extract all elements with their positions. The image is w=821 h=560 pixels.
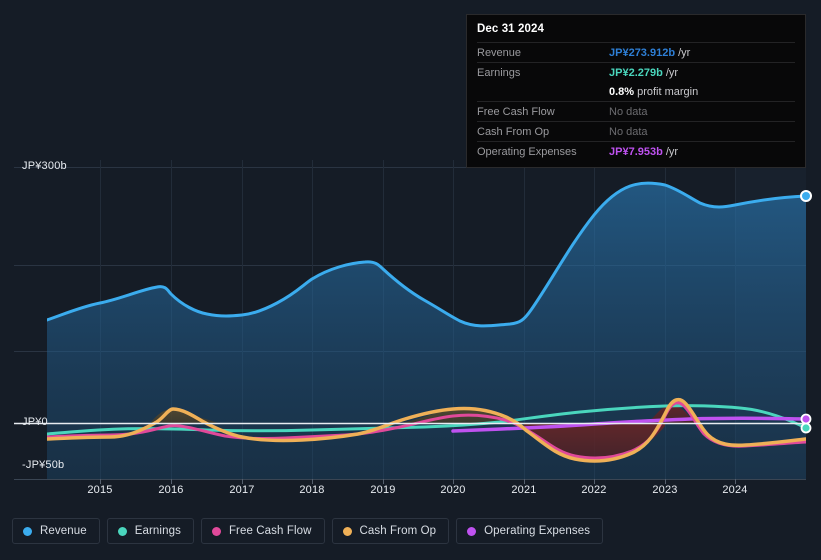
tooltip-row-suffix: /yr — [665, 146, 679, 158]
x-axis-tick-2021: 2021 — [511, 484, 537, 496]
tooltip-row: Cash From Op No data — [477, 121, 795, 141]
tooltip-row-value: JP¥7.953b — [609, 146, 663, 158]
legend-item-label: Free Cash Flow — [228, 525, 312, 537]
x-axis-tick-2015: 2015 — [87, 484, 113, 496]
legend-color-dot-icon — [23, 526, 32, 536]
tooltip-row-suffix: /yr — [678, 47, 691, 59]
tooltip-row: Revenue JP¥273.912b/yr — [477, 42, 795, 62]
legend-color-dot-icon — [211, 526, 221, 536]
tooltip-row: Earnings JP¥2.279b/yr — [477, 62, 795, 82]
legend-color-dot-icon — [342, 526, 352, 536]
tooltip-row: 0.8% profit margin — [477, 82, 795, 101]
x-axis-tick-2016: 2016 — [158, 484, 184, 496]
tooltip-row-value: No data — [609, 106, 648, 118]
tooltip-row: Operating Expenses JP¥7.953b/yr — [477, 141, 795, 161]
tooltip-row-label: Free Cash Flow — [477, 106, 555, 118]
x-axis-tick-2019: 2019 — [370, 484, 396, 496]
tooltip-row-suffix: profit margin — [637, 86, 699, 98]
legend-color-dot-icon — [117, 526, 127, 536]
tooltip-row: Free Cash Flow No data — [477, 101, 795, 121]
x-axis-tick-2017: 2017 — [229, 484, 255, 496]
legend-item-label: Earnings — [134, 525, 181, 537]
x-axis-tick-2020: 2020 — [440, 484, 466, 496]
x-axis-labels: 2015 2016 2017 2018 2019 2020 2021 2022 2023 2024 — [0, 484, 821, 502]
tooltip-row-label: Revenue — [477, 47, 522, 59]
tooltip-row-value: 0.8% — [609, 86, 635, 98]
x-axis-tick-2023: 2023 — [652, 484, 678, 496]
data-tooltip: Dec 31 2024 Revenue JP¥273.912b/yr Earning… — [466, 14, 806, 168]
tooltip-rows: Revenue JP¥273.912b/yr Earnings JP¥2.279b/y… — [477, 42, 795, 161]
operating-expenses-endpoint-marker — [800, 413, 812, 425]
legend-item-cash-from-op[interactable]: Cash From Op — [331, 518, 450, 544]
x-axis-tick-2018: 2018 — [299, 484, 325, 496]
earnings-endpoint-marker — [800, 422, 812, 434]
tooltip-row-label: Earnings — [477, 67, 521, 79]
legend-item-free-cash-flow[interactable]: Free Cash Flow — [200, 518, 325, 544]
financial-chart-widget: JP¥300b JP¥0 -JP¥50b 2015 2016 2017 2018 201… — [0, 0, 821, 560]
tooltip-date: Dec 31 2024 — [477, 23, 544, 35]
tooltip-row-value: JP¥2.279b — [609, 67, 663, 79]
chart-legend: Revenue Earnings Free Cash Flow Cash From O… — [12, 518, 604, 544]
legend-item-label: Revenue — [40, 525, 87, 537]
legend-item-earnings[interactable]: Earnings — [106, 518, 194, 544]
tooltip-row-label: Operating Expenses — [477, 146, 577, 158]
legend-item-label: Cash From Op — [359, 525, 437, 537]
revenue-endpoint-marker — [800, 190, 812, 202]
legend-item-label: Operating Expenses — [484, 525, 591, 537]
x-axis-tick-2024: 2024 — [722, 484, 748, 496]
tooltip-row-suffix: /yr — [665, 67, 679, 79]
legend-color-dot-icon — [467, 526, 477, 536]
tooltip-row-label: Cash From Op — [477, 126, 550, 138]
x-axis-tick-2022: 2022 — [581, 484, 607, 496]
tooltip-row-value: No data — [609, 126, 648, 138]
revenue-area — [47, 183, 806, 480]
legend-item-operating-expenses[interactable]: Operating Expenses — [456, 518, 604, 544]
tooltip-row-value: JP¥273.912b — [609, 47, 676, 59]
legend-item-revenue[interactable]: Revenue — [12, 518, 100, 544]
